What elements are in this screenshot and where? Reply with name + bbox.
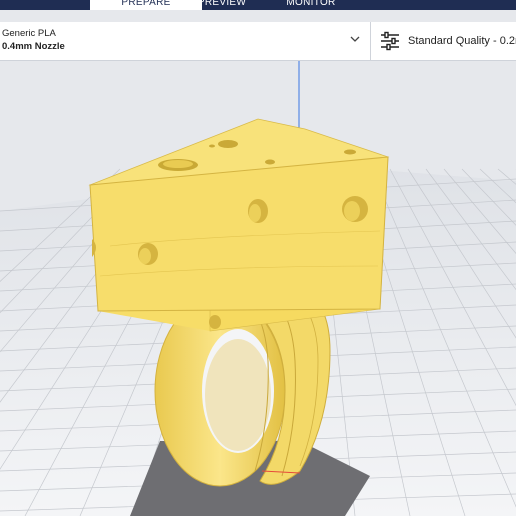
chevron-down-icon xyxy=(350,36,360,42)
material-label: Generic PLA xyxy=(2,28,56,39)
tab-monitor[interactable]: MONITOR xyxy=(270,0,352,10)
print-settings-label[interactable]: Standard Quality - 0.2m xyxy=(408,35,516,47)
material-nozzle-selector[interactable]: Generic PLA 0.4mm Nozzle xyxy=(0,22,371,60)
top-nav-bar: PREPARE PREVIEW MONITOR xyxy=(0,0,516,10)
nozzle-label: 0.4mm Nozzle xyxy=(2,41,65,52)
sliders-icon[interactable] xyxy=(380,31,400,51)
3d-viewport[interactable] xyxy=(0,61,516,516)
stage-toolbar: Generic PLA 0.4mm Nozzle Standard Qualit… xyxy=(0,22,516,61)
tab-preview[interactable]: PREVIEW xyxy=(172,0,272,10)
